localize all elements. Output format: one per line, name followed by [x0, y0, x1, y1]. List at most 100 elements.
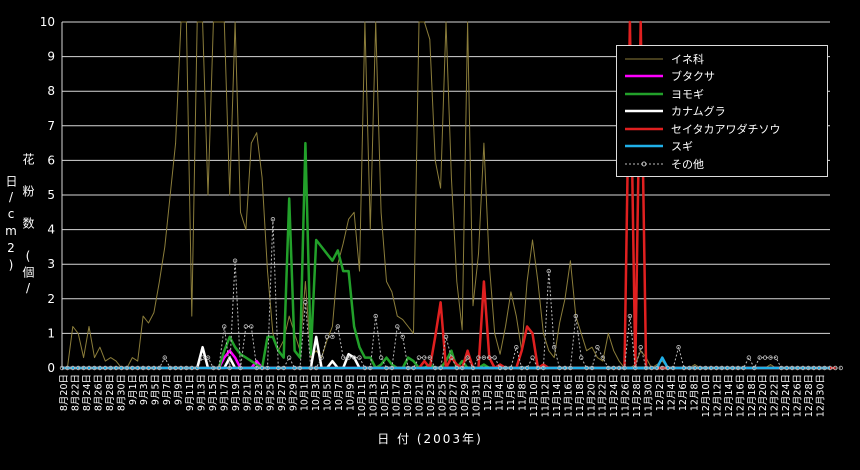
x-tick-label: 10月7日	[334, 374, 345, 411]
x-tick-label: 8月26日	[93, 374, 104, 411]
legend-label: ヨモギ	[671, 87, 704, 101]
x-tick-label: 10月31日	[472, 374, 483, 417]
y-tick-label: 0	[47, 361, 55, 375]
x-tick-label: 12月6日	[678, 374, 689, 411]
y-tick-label: 5	[47, 188, 55, 202]
legend-item: スギ	[623, 138, 821, 156]
x-tick-label: 12月4日	[667, 374, 678, 411]
x-tick-label: 11月20日	[586, 374, 597, 417]
x-tick-label: 10月13日	[368, 374, 379, 417]
x-tick-label: 12月14日	[724, 374, 735, 417]
legend-item: セイタカアワダチソウ	[623, 120, 821, 138]
chart-canvas: 0 1 2 3 4 5 6 7 8 9 10 8月20日 8月22日 8月24日 8月26日 8月28日 8月3…	[0, 0, 860, 470]
x-tick-label: 12月16日	[735, 374, 746, 417]
y-tick-label: 10	[40, 15, 55, 29]
legend-swatch	[625, 145, 663, 148]
legend-swatch	[625, 127, 663, 130]
y-tick-label: 4	[47, 223, 55, 237]
x-tick-label: 12月8日	[689, 374, 700, 411]
x-tick-label: 11月28日	[632, 374, 643, 417]
x-tick-label: 10月27日	[449, 374, 460, 417]
y-tick-label: 7	[47, 119, 55, 133]
y-tick-label: 3	[47, 257, 55, 271]
x-tick-label: 12月22日	[770, 374, 781, 417]
x-tick-label: 9月11日	[185, 374, 196, 411]
x-tick-label: 12月12日	[712, 374, 723, 417]
x-tick-label: 10月17日	[391, 374, 402, 417]
legend-label: スギ	[671, 140, 693, 154]
x-tick-label: 11月18日	[575, 374, 586, 417]
x-tick-label: 11月12日	[540, 374, 551, 417]
legend-swatch	[625, 75, 663, 78]
x-tick-label: 10月29日	[460, 374, 471, 417]
x-tick-label: 9月27日	[277, 374, 288, 411]
x-tick-label: 11月26日	[621, 374, 632, 417]
x-tick-label: 12月24日	[781, 374, 792, 417]
x-tick-label: 11月22日	[598, 374, 609, 417]
legend-item: カナムグラ	[623, 103, 821, 121]
data-point	[579, 355, 584, 360]
x-tick-label: 8月24日	[82, 374, 93, 411]
data-point	[492, 355, 497, 360]
x-tick-label: 11月24日	[609, 374, 620, 417]
x-tick-label: 11月6日	[506, 374, 517, 411]
x-tick-label: 9月13日	[197, 374, 208, 411]
data-point	[286, 355, 292, 360]
series-line	[62, 218, 841, 369]
data-point	[416, 355, 422, 360]
legend-label: ブタクサ	[671, 70, 715, 84]
x-tick-label: 10月15日	[380, 374, 391, 417]
x-tick-label: 10月11日	[357, 374, 368, 417]
x-tick-label: 9月1日	[128, 374, 139, 405]
x-tick-label: 10月21日	[414, 374, 425, 417]
x-tick-label: 12月30日	[816, 374, 827, 417]
x-tick-label: 11月30日	[644, 374, 655, 417]
x-tick-label: 10月19日	[403, 374, 414, 417]
x-tick-label: 12月18日	[747, 374, 758, 417]
x-tick-label: 10月5日	[323, 374, 334, 411]
x-tick-label: 9月19日	[231, 374, 242, 411]
x-tick-label: 8月22日	[70, 374, 81, 411]
x-tick-label: 9月9日	[174, 374, 185, 405]
y-tick-label: 8	[47, 84, 55, 98]
x-tick-label: 9月7日	[162, 374, 173, 405]
x-tick-label: 11月10日	[529, 374, 540, 417]
data-point	[838, 365, 844, 371]
x-tick-label: 11月2日	[483, 374, 494, 411]
legend-label: カナムグラ	[671, 105, 726, 119]
x-tick-label: 9月5日	[151, 374, 162, 405]
legend-item: ヨモギ	[623, 85, 821, 103]
x-tick-label: 12月28日	[804, 374, 815, 417]
x-tick-label: 11月14日	[552, 374, 563, 417]
x-tick-label: 9月15日	[208, 374, 219, 411]
y-axis-label: 花 粉 数 (個/日/cm2)	[4, 152, 35, 298]
x-tick-label: 11月4日	[495, 374, 506, 411]
legend-label: イネ科	[671, 52, 704, 66]
data-point	[357, 355, 362, 360]
x-tick-label: 9月25日	[265, 374, 276, 411]
x-tick-label: 9月3日	[139, 374, 150, 405]
y-tick-label: 6	[47, 153, 55, 167]
x-tick-label: 9月23日	[254, 374, 265, 411]
legend-item: イネ科	[623, 50, 821, 68]
legend-item: その他	[623, 155, 821, 173]
x-tick-label: 10月3日	[311, 374, 322, 411]
x-tick-label: 11月8日	[518, 374, 529, 411]
x-tick-label: 10月23日	[426, 374, 437, 417]
legend-swatch	[625, 161, 663, 167]
x-tick-label: 12月2日	[655, 374, 666, 411]
x-tick-label: 9月17日	[219, 374, 230, 411]
legend-swatch	[625, 92, 663, 95]
data-point	[530, 355, 535, 360]
x-tick-label: 9月21日	[242, 374, 253, 411]
x-tick-label: 11月16日	[563, 374, 574, 417]
y-tick-label: 1	[47, 326, 55, 340]
series-7	[59, 217, 844, 371]
x-tick-label: 8月28日	[105, 374, 116, 411]
x-tick-label: 12月20日	[758, 374, 769, 417]
legend-swatch	[625, 58, 663, 60]
x-tick-label: 8月30日	[116, 374, 127, 411]
legend-swatch	[625, 110, 663, 113]
x-tick-label: 10月1日	[300, 374, 311, 411]
x-tick-label: 12月10日	[701, 374, 712, 417]
